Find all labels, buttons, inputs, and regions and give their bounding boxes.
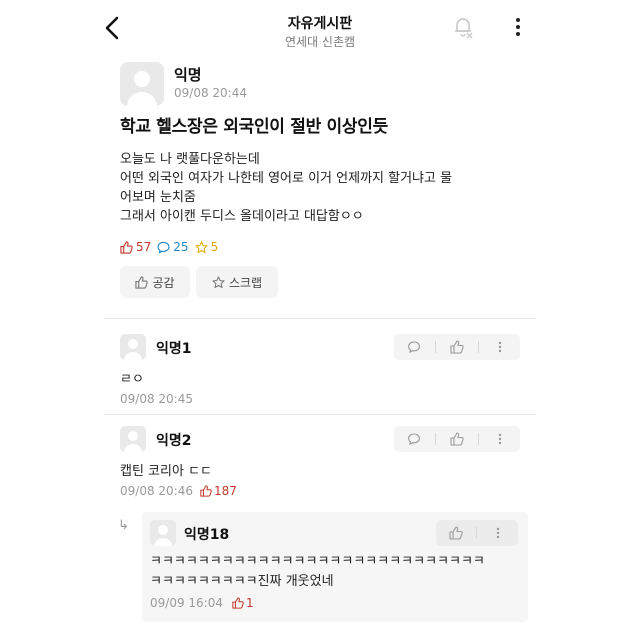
separator (435, 433, 436, 445)
comment-bubble-icon (157, 241, 170, 254)
reply-arrow-icon: ↳ (118, 518, 129, 533)
comment-avatar (120, 426, 146, 452)
thumbs-up-icon (232, 597, 244, 609)
default-avatar-icon (124, 339, 142, 360)
more-vertical-icon[interactable] (493, 432, 507, 446)
post-author-avatar (120, 62, 164, 106)
reply-bubble-icon[interactable] (407, 432, 421, 446)
thumbs-up-icon (120, 240, 133, 254)
comment-like-value: 187 (214, 484, 237, 498)
comment-action-bar (394, 334, 520, 360)
reply-text-line: ㅋㅋㅋㅋㅋㅋㅋㅋㅋ진짜 개웃었네 (150, 574, 334, 589)
board-campus: 연세대 신촌캠 (284, 35, 356, 49)
star-icon (194, 240, 208, 253)
reply-like-count: 1 (232, 596, 254, 610)
reply-avatar (150, 520, 176, 546)
like-count: 57 (120, 240, 151, 254)
post-stats: 57 25 5 (120, 240, 218, 254)
reply-bubble-icon[interactable] (407, 340, 421, 354)
scrap-button[interactable]: 스크랩 (196, 266, 278, 298)
comment-avatar (120, 334, 146, 360)
thumbs-up-icon[interactable] (449, 526, 463, 540)
thumbs-up-icon (135, 275, 149, 289)
default-avatar-icon (124, 431, 142, 452)
comment-action-bar (394, 426, 520, 452)
separator (478, 341, 479, 353)
reply-text-line: ㅋㅋㅋㅋㅋㅋㅋㅋㅋㅋㅋㅋㅋㅋㅋㅋㅋㅋㅋㅋㅋㅋㅋㅋㅋㅋㅋㅋ (150, 554, 485, 569)
like-button[interactable]: 공감 (120, 266, 190, 298)
comment-time: 09/08 20:45 (120, 392, 193, 406)
divider (104, 318, 536, 319)
thumbs-up-icon[interactable] (450, 432, 464, 446)
separator (476, 527, 478, 539)
scrap-count-value: 5 (210, 240, 219, 254)
scrap-button-label: 스크랩 (228, 275, 263, 290)
post-body-line: 어보며 눈치줌 (120, 190, 196, 205)
bell-off-icon[interactable] (450, 14, 476, 40)
reply-like-value: 1 (246, 596, 254, 610)
comment-author: 익명1 (156, 341, 192, 357)
more-vertical-icon[interactable] (493, 340, 507, 354)
comment-text: 캡틴 코리아 ㄷㄷ (120, 464, 212, 479)
post-body: 오늘도 나 랫풀다운하는데 어떤 외국인 여자가 나한테 영어로 이거 언제까지… (120, 150, 530, 226)
reply-author: 익명18 (184, 527, 230, 543)
comment-like-count: 187 (200, 484, 237, 498)
thumbs-up-icon (200, 485, 212, 497)
scrap-count: 5 (194, 240, 219, 254)
more-vertical-icon[interactable] (491, 526, 505, 540)
separator (478, 433, 479, 445)
comment-text: ㄹㅇ (120, 372, 144, 387)
star-icon (212, 275, 225, 288)
post-body-line: 어떤 외국인 여자가 나한테 영어로 이거 언제까지 할거냐고 물 (120, 171, 453, 186)
thumbs-up-icon[interactable] (450, 340, 464, 354)
like-button-label: 공감 (152, 275, 175, 290)
reply-time: 09/09 16:04 (150, 596, 223, 610)
more-vertical-icon[interactable] (508, 14, 528, 40)
post-body-line: 오늘도 나 랫풀다운하는데 (120, 152, 260, 167)
like-count-value: 57 (136, 240, 152, 254)
default-avatar-icon (154, 525, 172, 546)
reply-text: ㅋㅋㅋㅋㅋㅋㅋㅋㅋㅋㅋㅋㅋㅋㅋㅋㅋㅋㅋㅋㅋㅋㅋㅋㅋㅋㅋㅋ ㅋㅋㅋㅋㅋㅋㅋㅋㅋ진짜… (150, 552, 520, 592)
divider (104, 414, 536, 415)
post-time: 09/08 20:44 (174, 86, 247, 100)
post-body-line: 그래서 아이캔 두디스 올데이라고 대답함ㅇㅇ (120, 209, 364, 224)
comment-time: 09/08 20:46 (120, 484, 193, 498)
separator (435, 341, 436, 353)
reply-action-bar (436, 520, 518, 546)
comment-count-value: 25 (173, 240, 189, 254)
comment-author: 익명2 (156, 433, 192, 449)
comment-count: 25 (157, 240, 189, 254)
board-title: 자유게시판 (287, 16, 353, 32)
post-title: 학교 헬스장은 외국인이 절반 이상인듯 (120, 117, 388, 137)
post-author: 익명 (174, 66, 202, 84)
default-avatar-icon (127, 71, 157, 106)
